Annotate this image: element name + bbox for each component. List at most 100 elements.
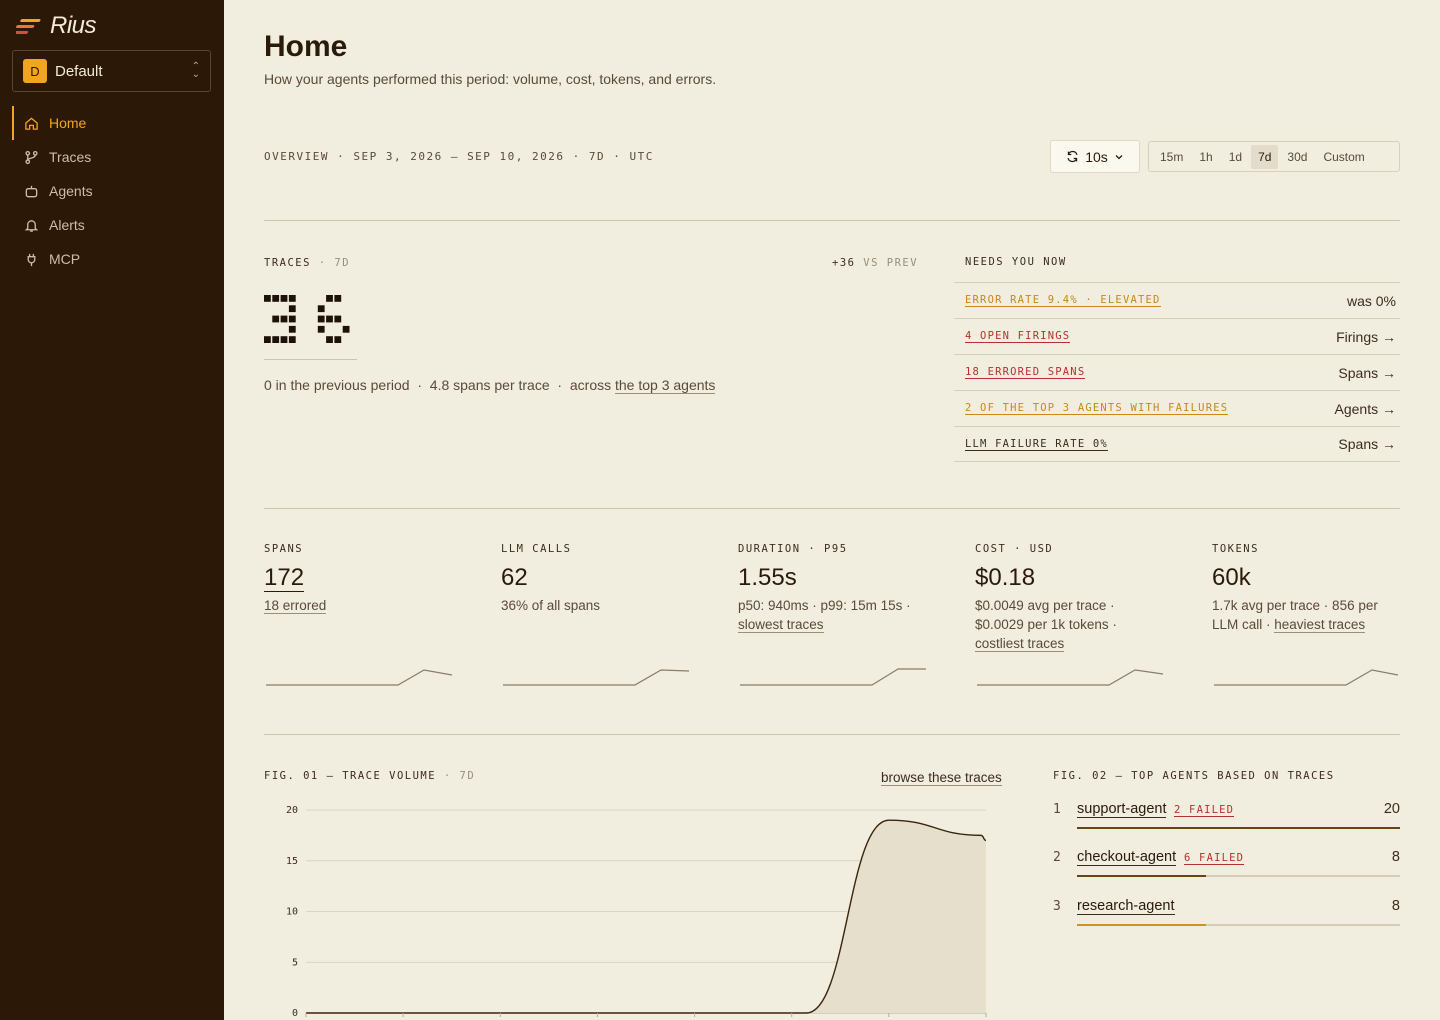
fig2-label: FIG. 02 — TOP AGENTS BASED ON TRACES bbox=[1053, 770, 1335, 782]
sidebar-item-label: Agents bbox=[49, 183, 93, 199]
pixel-cell bbox=[288, 325, 296, 333]
sidebar-item-alerts[interactable]: Alerts bbox=[12, 208, 212, 242]
range-custom[interactable]: Custom bbox=[1316, 145, 1371, 169]
sidebar-item-traces[interactable]: Traces bbox=[12, 140, 212, 174]
overview-range: OVERVIEW · SEP 3, 2026 – SEP 10, 2026 · … bbox=[264, 150, 654, 163]
agent-name[interactable]: research-agent bbox=[1077, 898, 1175, 915]
pixel-cell bbox=[280, 336, 288, 343]
heaviest-traces-link[interactable]: heaviest traces bbox=[1274, 617, 1366, 633]
range-15m[interactable]: 15m bbox=[1153, 145, 1190, 169]
pixel-cell bbox=[272, 295, 280, 302]
pixel-cell bbox=[317, 305, 325, 313]
agent-bar-track bbox=[1077, 924, 1400, 926]
pixel-cell bbox=[288, 295, 296, 302]
y-tick-label: 0 bbox=[292, 1008, 298, 1019]
sidebar-item-label: MCP bbox=[49, 251, 81, 267]
pixel-cell bbox=[334, 295, 342, 302]
sidebar-item-agents[interactable]: Agents bbox=[12, 174, 212, 208]
pixel-cell bbox=[272, 315, 280, 323]
divider bbox=[264, 220, 1400, 221]
bot-icon bbox=[25, 185, 38, 197]
top-agents-panel: FIG. 02 — TOP AGENTS BASED ON TRACES 1 s… bbox=[1053, 770, 1400, 926]
top-agents-link[interactable]: the top 3 agents bbox=[615, 377, 716, 394]
sidebar-item-mcp[interactable]: MCP bbox=[12, 242, 212, 276]
agent-row[interactable]: 2 checkout-agent 6 FAILED 8 bbox=[1053, 848, 1400, 878]
pixel-cell bbox=[288, 305, 296, 313]
agent-failed-badge: 6 FAILED bbox=[1184, 852, 1245, 865]
chevron-down-icon bbox=[1115, 154, 1123, 159]
range-1h[interactable]: 1h bbox=[1192, 145, 1219, 169]
needs-row[interactable]: 4 OPEN FIRINGS Firings → bbox=[954, 318, 1400, 354]
stat-tokens: TOKENS 60k 1.7k avg per trace · 856 per L… bbox=[1212, 543, 1402, 686]
spans-sparkline bbox=[266, 669, 453, 686]
cost-value: $0.18 bbox=[975, 564, 1036, 591]
volume-area bbox=[306, 820, 986, 1013]
sidebar-item-label: Home bbox=[49, 115, 87, 131]
pixel-cell bbox=[317, 325, 325, 333]
app-name: Rius bbox=[50, 12, 97, 39]
agent-bar-track bbox=[1077, 875, 1400, 877]
logo[interactable]: Rius bbox=[16, 12, 97, 40]
agent-name[interactable]: support-agent bbox=[1077, 801, 1167, 818]
pixel-cell bbox=[272, 336, 280, 343]
agent-row[interactable]: 3 research-agent 8 bbox=[1053, 897, 1400, 927]
needs-row[interactable]: 2 OF THE TOP 3 AGENTS WITH FAILURES Agen… bbox=[954, 390, 1400, 426]
refresh-interval-select[interactable]: 10s bbox=[1050, 140, 1140, 173]
agent-row[interactable]: 1 support-agent 2 FAILED 20 bbox=[1053, 800, 1400, 830]
fig1-label: FIG. 01 — TRACE VOLUME · 7D bbox=[264, 770, 476, 782]
agent-name[interactable]: checkout-agent bbox=[1077, 849, 1177, 866]
sidebar-item-label: Alerts bbox=[49, 217, 85, 233]
refresh-value: 10s bbox=[1085, 148, 1108, 165]
needs-row[interactable]: LLM FAILURE RATE 0% Spans → bbox=[954, 426, 1400, 462]
errored-link[interactable]: 18 errored bbox=[264, 598, 327, 614]
duration-sparkline bbox=[740, 668, 926, 686]
traces-icon bbox=[25, 150, 38, 164]
chevron-updown-icon: ⌃ ⌄ bbox=[191, 61, 200, 80]
range-30d[interactable]: 30d bbox=[1280, 145, 1314, 169]
tokens-value: 60k bbox=[1212, 564, 1251, 591]
stat-llm-calls: LLM CALLS 62 36% of all spans bbox=[501, 543, 696, 686]
sidebar-item-label: Traces bbox=[49, 149, 92, 165]
plug-icon bbox=[27, 253, 36, 266]
page-title: Home bbox=[264, 30, 348, 63]
time-range-picker: 15m 1h 1d 7d 30d Custom bbox=[1148, 141, 1400, 172]
range-7d[interactable]: 7d bbox=[1251, 144, 1279, 169]
traces-delta: +36 VS PREV bbox=[832, 257, 919, 269]
pixel-cell bbox=[334, 315, 342, 323]
range-1d[interactable]: 1d bbox=[1222, 145, 1249, 169]
costliest-traces-link[interactable]: costliest traces bbox=[975, 636, 1065, 652]
sidebar-nav: Home Traces Agents Alerts MCP bbox=[12, 106, 212, 276]
pixel-cell bbox=[288, 336, 296, 343]
logo-icon bbox=[16, 19, 41, 34]
browse-traces-link[interactable]: browse these traces bbox=[881, 770, 1002, 786]
pixel-cell bbox=[280, 315, 288, 323]
tokens-sparkline bbox=[1214, 669, 1399, 686]
needs-label: NEEDS YOU NOW bbox=[965, 256, 1067, 268]
pixel-cell bbox=[326, 336, 333, 343]
workspace-name: Default bbox=[55, 62, 103, 80]
duration-value: 1.55s bbox=[738, 564, 797, 591]
traces-footnote: 0 in the previous period · 4.8 spans per… bbox=[264, 377, 716, 394]
needs-row[interactable]: ERROR RATE 9.4% · ELEVATED was 0% bbox=[954, 282, 1400, 318]
agent-count: 8 bbox=[1391, 849, 1400, 865]
agent-failed-badge: 2 FAILED bbox=[1174, 804, 1235, 817]
sidebar-item-home[interactable]: Home bbox=[12, 106, 212, 140]
pixel-cell bbox=[326, 315, 333, 323]
agent-bar bbox=[1077, 875, 1207, 877]
divider bbox=[264, 508, 1400, 509]
pixel-cell bbox=[326, 295, 333, 302]
pixel-cell bbox=[264, 336, 271, 343]
y-tick-label: 20 bbox=[286, 805, 298, 816]
agent-count: 20 bbox=[1383, 801, 1400, 817]
pixel-cell bbox=[317, 315, 325, 323]
page-subtitle: How your agents performed this period: v… bbox=[264, 71, 717, 87]
workspace-switcher[interactable]: D Default ⌃ ⌄ bbox=[12, 50, 211, 92]
needs-row[interactable]: 18 ERRORED SPANS Spans → bbox=[954, 354, 1400, 390]
traces-count-pixel bbox=[264, 295, 350, 343]
agent-bar-track bbox=[1077, 827, 1400, 829]
slowest-traces-link[interactable]: slowest traces bbox=[738, 617, 824, 633]
pixel-cell bbox=[280, 295, 288, 302]
pixel-cell bbox=[334, 336, 342, 343]
refresh-icon bbox=[1067, 150, 1078, 163]
needs-you-now-panel: NEEDS YOU NOW ERROR RATE 9.4% · ELEVATED… bbox=[954, 256, 1400, 462]
